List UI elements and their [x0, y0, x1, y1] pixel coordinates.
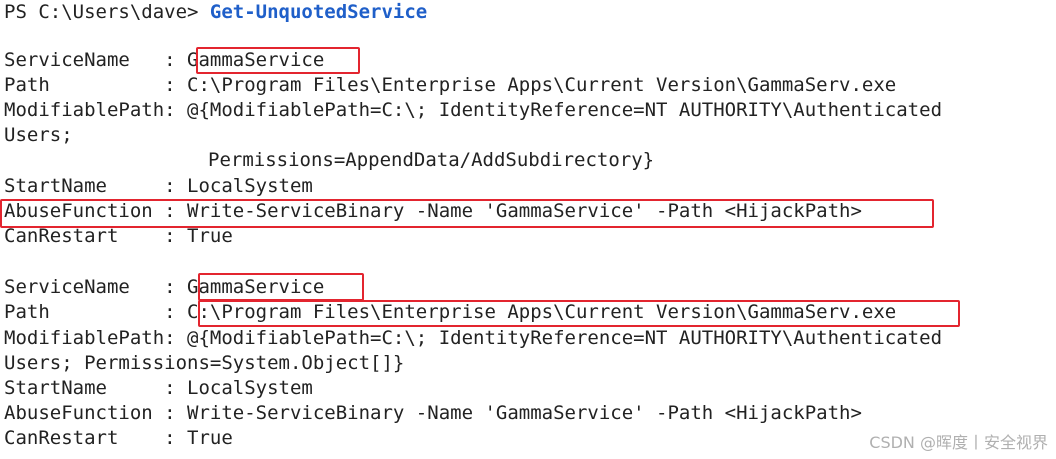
record-2-start-name: StartName: LocalSystem	[4, 376, 313, 401]
key-label: ServiceName	[4, 276, 130, 298]
key-label: CanRestart	[4, 225, 119, 247]
separator: :	[164, 327, 188, 349]
record-2-abuse-function: AbuseFunction: Write-ServiceBinary -Name…	[4, 401, 862, 426]
separator: :	[164, 99, 188, 121]
separator: :	[164, 200, 188, 222]
value: True	[187, 225, 233, 247]
record-1-modifiable-path-permissions: Permissions=AppendData/AddSubdirectory}	[208, 149, 655, 171]
value: GammaService	[187, 49, 325, 71]
separator: :	[164, 175, 188, 197]
key-label: StartName	[4, 377, 107, 399]
record-1-abuse-function: AbuseFunction: Write-ServiceBinary -Name…	[4, 199, 862, 224]
record-1-modifiable-path-wrap: Users;	[4, 124, 73, 146]
value: GammaService	[187, 276, 325, 298]
separator: :	[164, 377, 188, 399]
key-label: ModifiablePath	[4, 327, 165, 349]
key-label: Path	[4, 301, 50, 323]
record-2-path: Path: C:\Program Files\Enterprise Apps\C…	[4, 300, 896, 325]
powershell-output: PS C:\Users\dave> Get-UnquotedService Se…	[0, 0, 1056, 459]
separator: :	[164, 225, 188, 247]
value: @{ModifiablePath=C:\; IdentityReference=…	[187, 99, 943, 121]
value: LocalSystem	[187, 175, 313, 197]
value: @{ModifiablePath=C:\; IdentityReference=…	[187, 327, 943, 349]
record-2-can-restart: CanRestart: True	[4, 426, 233, 451]
record-2-modifiable-path: ModifiablePath: @{ModifiablePath=C:\; Id…	[4, 326, 942, 351]
value: C:\Program Files\Enterprise Apps\Current…	[187, 74, 897, 96]
value: True	[187, 427, 233, 449]
separator: :	[164, 276, 188, 298]
key-label: AbuseFunction	[4, 402, 153, 424]
record-2-service-name: ServiceName: GammaService	[4, 275, 324, 300]
prompt-line: PS C:\Users\dave> Get-UnquotedService	[4, 0, 427, 25]
separator: :	[164, 49, 188, 71]
key-label: Path	[4, 74, 50, 96]
watermark: CSDN @晖度丨安全视界	[869, 433, 1048, 452]
record-1-can-restart: CanRestart: True	[4, 224, 233, 249]
key-label: ServiceName	[4, 49, 130, 71]
record-1-service-name: ServiceName: GammaService	[4, 48, 324, 73]
separator: :	[164, 402, 188, 424]
value: Write-ServiceBinary -Name 'GammaService'…	[187, 402, 862, 424]
command-text: Get-UnquotedService	[209, 1, 428, 23]
key-label: AbuseFunction	[4, 200, 153, 222]
separator: :	[164, 427, 188, 449]
separator: :	[164, 74, 188, 96]
record-1-path: Path: C:\Program Files\Enterprise Apps\C…	[4, 73, 896, 98]
record-2-modifiable-path-wrap: Users; Permissions=System.Object[]}	[4, 352, 405, 374]
key-label: CanRestart	[4, 427, 119, 449]
key-label: StartName	[4, 175, 107, 197]
prompt-prefix: PS C:\Users\dave>	[4, 1, 210, 23]
record-1-modifiable-path: ModifiablePath: @{ModifiablePath=C:\; Id…	[4, 98, 942, 123]
value: C:\Program Files\Enterprise Apps\Current…	[187, 301, 897, 323]
value: LocalSystem	[187, 377, 313, 399]
value: Write-ServiceBinary -Name 'GammaService'…	[187, 200, 862, 222]
key-label: ModifiablePath	[4, 99, 165, 121]
separator: :	[164, 301, 188, 323]
record-1-start-name: StartName: LocalSystem	[4, 174, 313, 199]
